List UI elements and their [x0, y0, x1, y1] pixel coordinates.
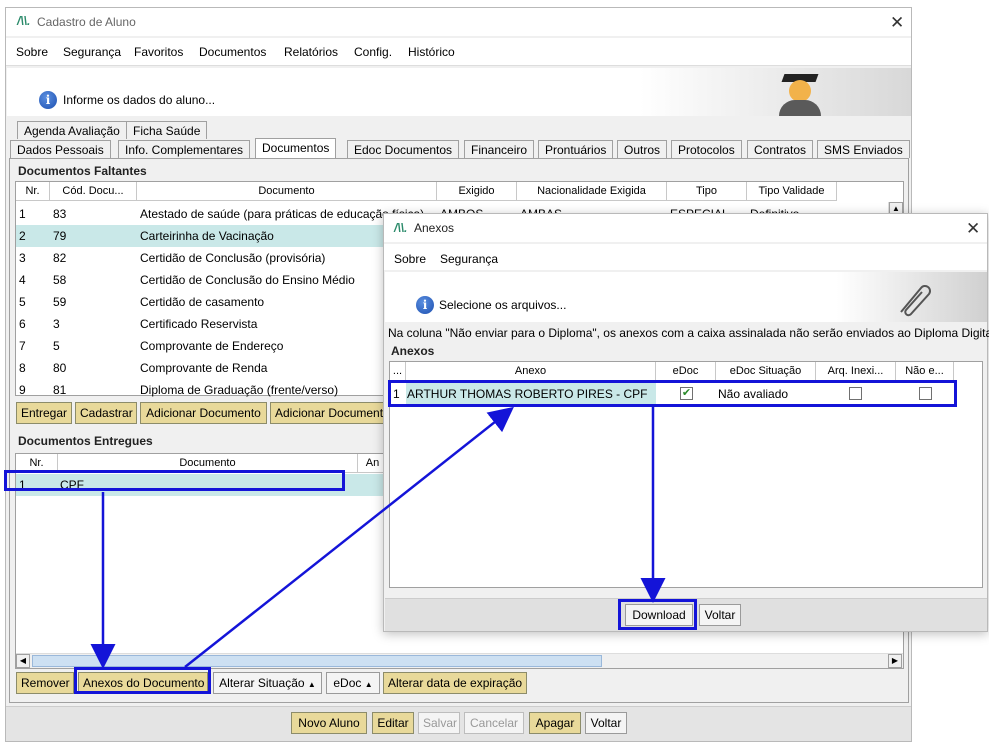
arrow-button-to-dialog	[184, 406, 514, 668]
annotation-arrows	[90, 406, 666, 669]
